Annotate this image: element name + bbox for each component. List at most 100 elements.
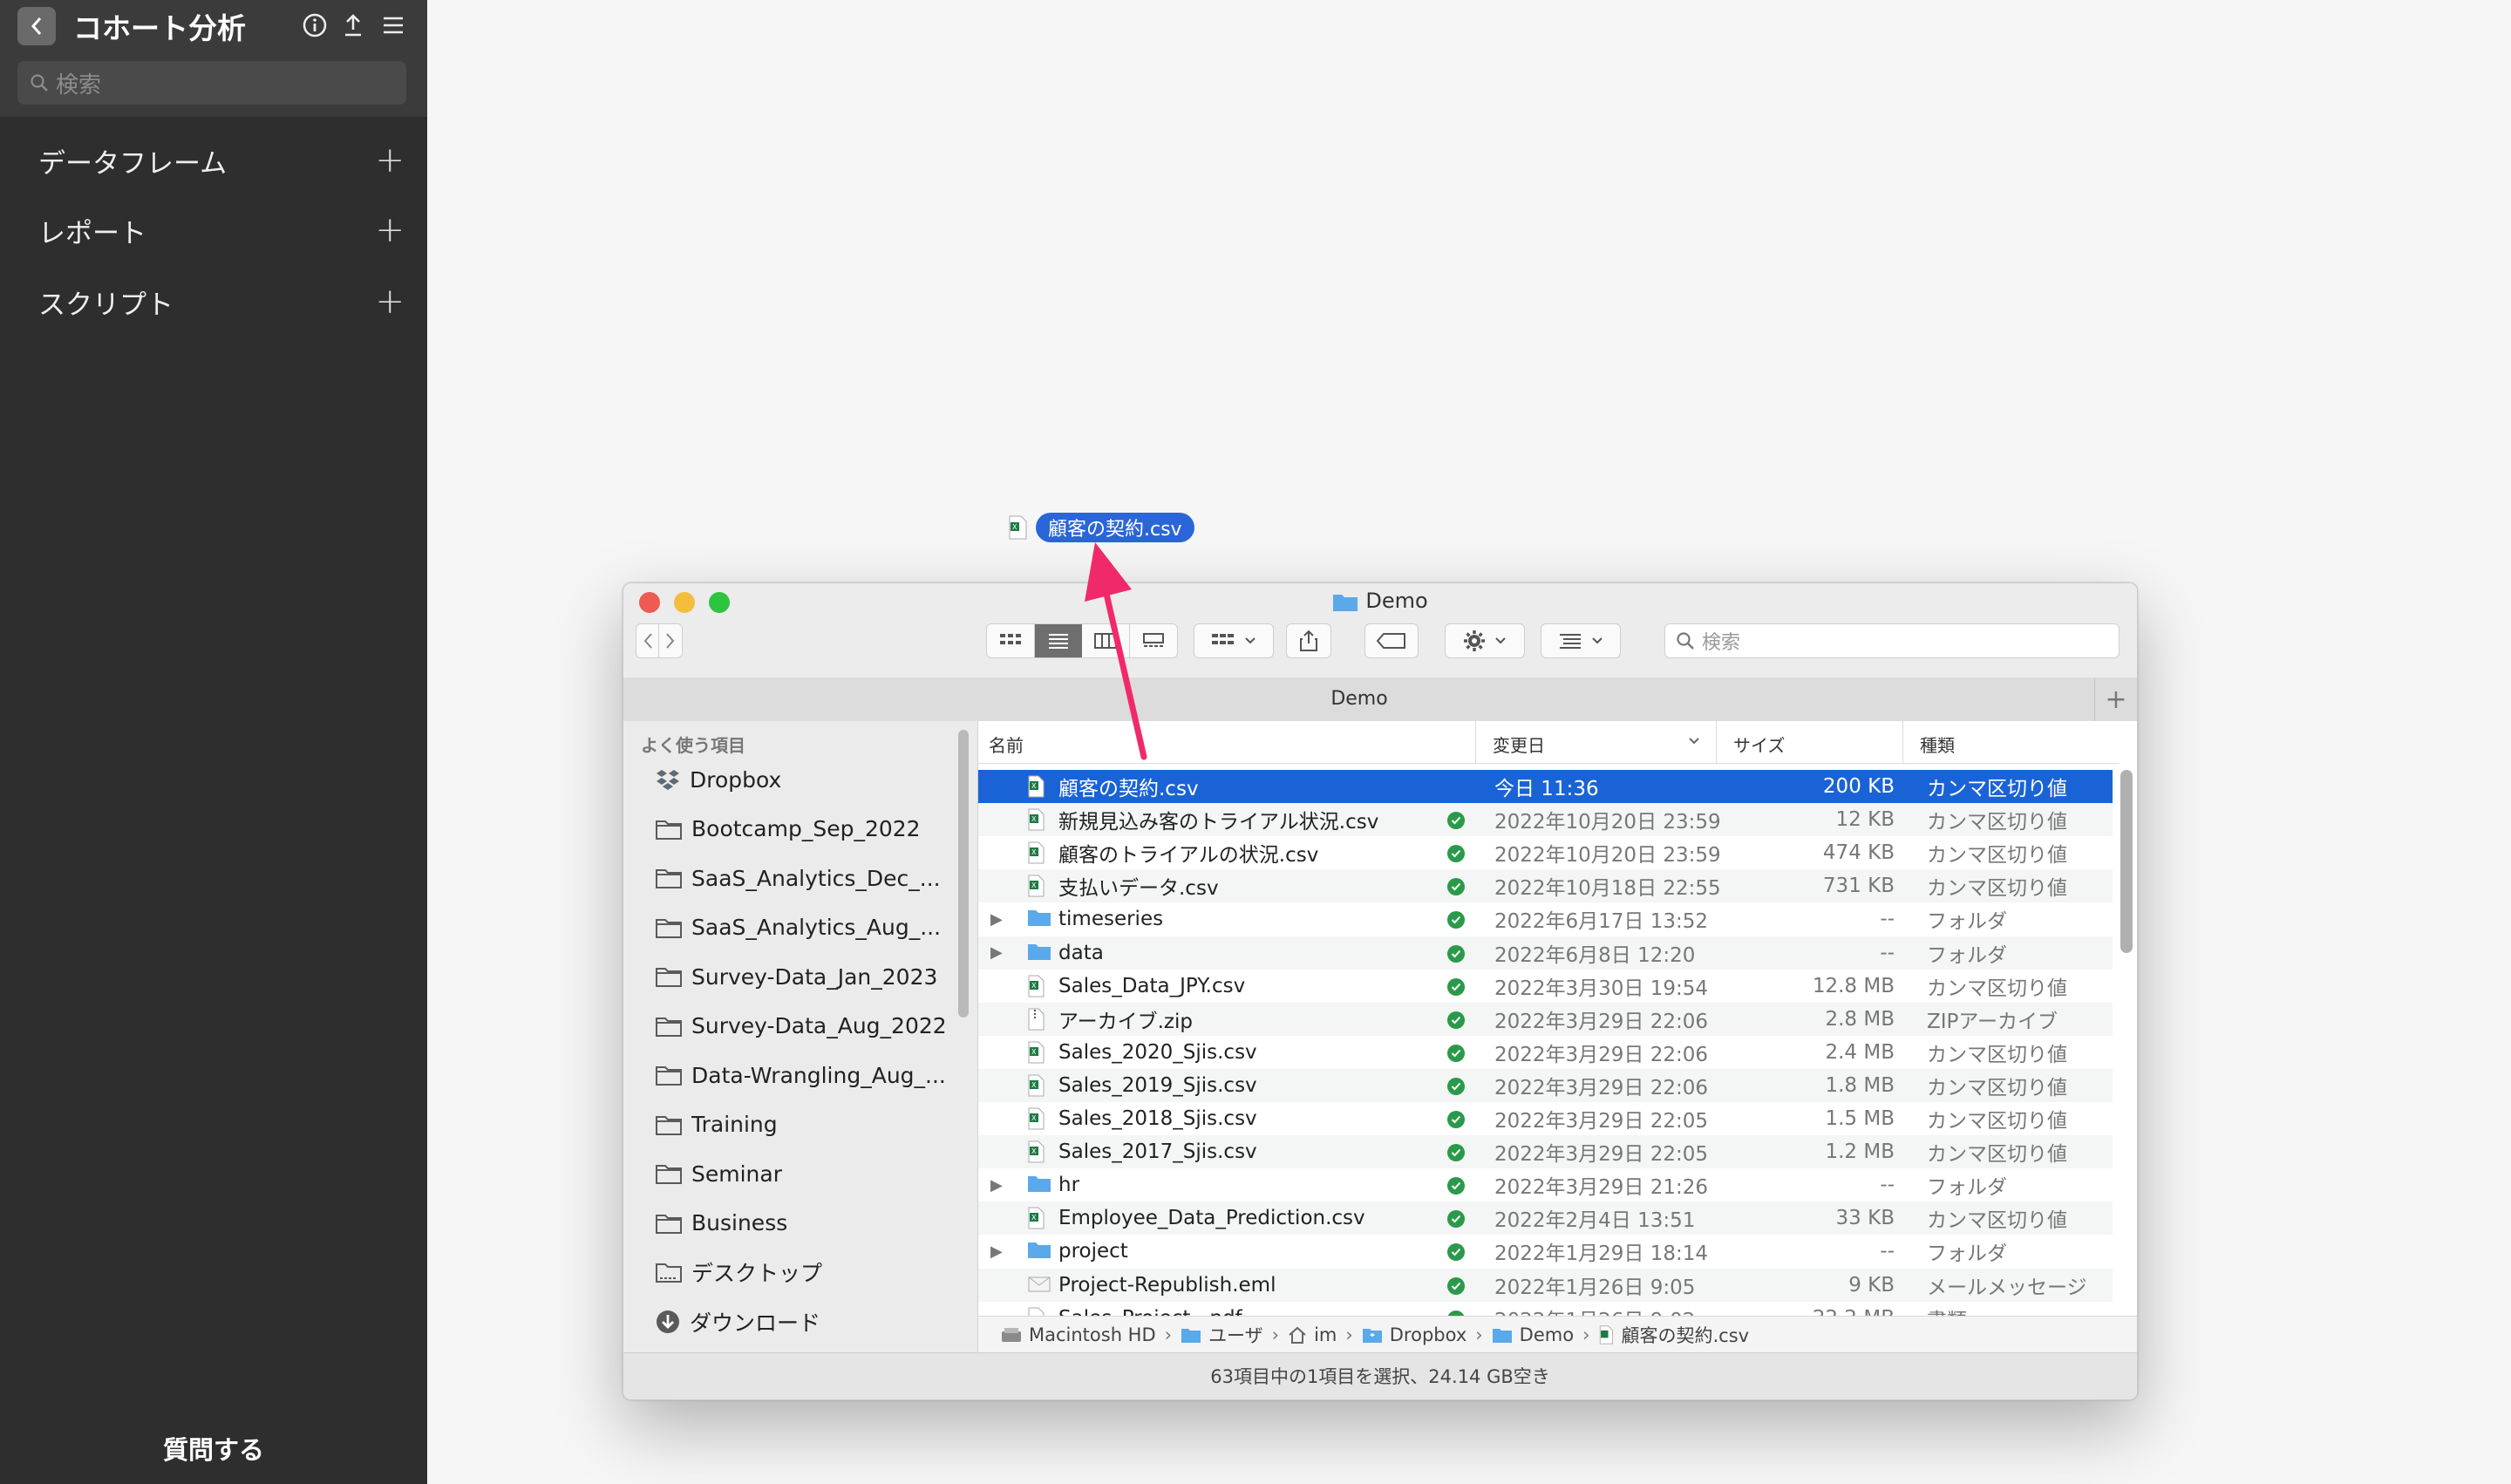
- nav-dataframes[interactable]: データフレーム +: [38, 136, 405, 185]
- sidebar-item-seminar[interactable]: Seminar: [655, 1154, 960, 1194]
- kind-column-header[interactable]: 種類: [1920, 732, 1955, 757]
- tag-button[interactable]: [1364, 623, 1419, 658]
- file-row[interactable]: X Sales_2020_Sjis.csv 2022年3月29日 22:06 2.4 …: [978, 1036, 2113, 1069]
- path-item[interactable]: Demo ›: [1492, 1324, 1599, 1345]
- file-size: --: [1880, 908, 1895, 931]
- file-row[interactable]: X 新規見込み客のトライアル状況.csv 2022年10月20日 23:59 12 K…: [978, 803, 2113, 837]
- back-nav-button[interactable]: [636, 624, 660, 657]
- list-view-button[interactable]: [1034, 624, 1082, 657]
- file-row[interactable]: Project-Republish.eml 2022年1月26日 9:05 9 KB…: [978, 1268, 2113, 1302]
- file-kind: メールメッセージ: [1927, 1276, 2087, 1299]
- sidebar-item-item-11[interactable]: ダウンロード: [655, 1302, 960, 1342]
- file-date: 2022年10月20日 23:59: [1494, 844, 1721, 868]
- info-icon[interactable]: [298, 9, 331, 42]
- file-row[interactable]: X Employee_Data_Prediction.csv 2022年2月4日 1…: [978, 1201, 2113, 1236]
- sidebar-item-training[interactable]: Training: [655, 1105, 960, 1145]
- folder-icon: [655, 1162, 683, 1185]
- path-item[interactable]: im ›: [1288, 1324, 1362, 1345]
- file-row[interactable]: X Sales_Data_JPY.csv 2022年3月30日 19:54 12.8 …: [978, 970, 2113, 1003]
- file-kind: カンマ区切り値: [1927, 1209, 2067, 1233]
- sidebar-item-survey-data-aug-2022[interactable]: Survey-Data_Aug_2022: [655, 1006, 960, 1046]
- new-tab-button[interactable]: +: [2094, 677, 2137, 721]
- share-icon[interactable]: [337, 9, 370, 42]
- ask-question-button[interactable]: 質問する: [0, 1430, 427, 1467]
- file-row[interactable]: X 顧客の契約.csv 今日 11:36 200 KB カンマ区切り値: [978, 770, 2113, 803]
- sidebar-item-saas-analytics-dec[interactable]: SaaS_Analytics_Dec_...: [655, 858, 960, 898]
- sort-options-button[interactable]: [1541, 623, 1621, 658]
- file-row[interactable]: X Sales_2017_Sjis.csv 2022年3月29日 22:05 1.2 …: [978, 1135, 2113, 1169]
- path-item[interactable]: Dropbox ›: [1362, 1324, 1492, 1345]
- sidebar-item-data-wrangling-aug[interactable]: Data-Wrangling_Aug_...: [655, 1055, 960, 1095]
- size-column-header[interactable]: サイズ: [1733, 732, 1785, 757]
- svg-text:X: X: [1031, 782, 1037, 790]
- disclosure-triangle-icon[interactable]: ▶: [990, 943, 1008, 962]
- name-column-header[interactable]: 名前: [989, 732, 1024, 757]
- group-by-button[interactable]: [1194, 623, 1274, 658]
- file-date: 今日 11:36: [1494, 778, 1599, 800]
- sidebar-item-bootcamp-sep-2022[interactable]: Bootcamp_Sep_2022: [655, 809, 960, 849]
- add-report-icon[interactable]: +: [375, 213, 405, 248]
- file-size: 1.2 MB: [1825, 1140, 1895, 1164]
- file-name: hr: [1058, 1174, 1080, 1197]
- nav-scripts[interactable]: スクリプト +: [38, 277, 405, 326]
- document-icon: [1027, 1307, 1045, 1316]
- file-row[interactable]: ▶ project 2022年1月29日 18:14 -- フォルダ: [978, 1235, 2113, 1268]
- folder-icon: [655, 818, 683, 841]
- file-row[interactable]: Sales_Project...pdf 2022年1月26日 9:02 22.2 M…: [978, 1302, 2113, 1316]
- file-row[interactable]: ▶ hr 2022年3月29日 21:26 -- フォルダ: [978, 1168, 2113, 1201]
- file-row[interactable]: アーカイブ.zip 2022年3月29日 22:06 2.8 MB ZIPアーカイブ: [978, 1002, 2113, 1036]
- back-button[interactable]: [17, 7, 56, 45]
- gallery-view-button[interactable]: [1130, 624, 1178, 657]
- file-name: アーカイブ.zip: [1058, 1010, 1193, 1033]
- file-date: 2022年2月4日 13:51: [1494, 1209, 1696, 1233]
- sidebar-item-saas-analytics-aug[interactable]: SaaS_Analytics_Aug_...: [655, 908, 960, 948]
- add-script-icon[interactable]: +: [375, 284, 405, 319]
- list-icon: [1048, 634, 1068, 649]
- svg-text:X: X: [1012, 523, 1017, 531]
- finder-sidebar: よく使う項目 Dropbox Bootcamp_Sep_2022 SaaS_Anal…: [623, 721, 978, 1352]
- file-size: 2.4 MB: [1825, 1040, 1895, 1064]
- svg-text:X: X: [1031, 882, 1037, 889]
- sync-check-icon: [1447, 1077, 1465, 1095]
- sync-check-icon: [1447, 1011, 1465, 1029]
- file-row[interactable]: X 支払いデータ.csv 2022年10月18日 22:55 731 KB カンマ区切り…: [978, 869, 2113, 903]
- tab-demo[interactable]: Demo: [623, 688, 2095, 710]
- window-title: Demo: [623, 589, 2137, 613]
- folder-icon: [655, 867, 683, 889]
- forward-nav-button[interactable]: [659, 624, 682, 657]
- file-row[interactable]: X 顧客のトライアルの状況.csv 2022年10月20日 23:59 474 KB カ…: [978, 836, 2113, 869]
- icon-view-button[interactable]: [987, 624, 1035, 657]
- app-search-placeholder: 検索: [56, 71, 102, 99]
- disclosure-triangle-icon[interactable]: ▶: [990, 910, 1008, 929]
- action-menu-button[interactable]: [1445, 623, 1525, 658]
- path-item[interactable]: Macintosh HD ›: [1001, 1324, 1181, 1345]
- finder-search-field[interactable]: 検索: [1664, 623, 2120, 658]
- file-row[interactable]: ▶ data 2022年6月8日 12:20 -- フォルダ: [978, 936, 2113, 970]
- file-size: 1.5 MB: [1825, 1107, 1895, 1130]
- disclosure-triangle-icon[interactable]: ▶: [990, 1242, 1008, 1261]
- path-item[interactable]: 顧客の契約.csv: [1598, 1322, 1749, 1348]
- sidebar-item-business[interactable]: Business: [655, 1203, 960, 1243]
- app-search-field[interactable]: 検索: [17, 61, 406, 105]
- sidebar-item-label: Seminar: [691, 1161, 782, 1187]
- file-date: 2022年6月17日 13:52: [1494, 910, 1709, 934]
- date-column-header[interactable]: 変更日: [1493, 732, 1545, 757]
- nav-reports[interactable]: レポート +: [38, 206, 405, 255]
- file-row[interactable]: X Sales_2018_Sjis.csv 2022年3月29日 22:05 1.5 …: [978, 1102, 2113, 1135]
- menu-icon[interactable]: [377, 9, 410, 42]
- file-row[interactable]: X Sales_2019_Sjis.csv 2022年3月29日 22:06 1.8 …: [978, 1068, 2113, 1102]
- columns-icon: [1093, 633, 1117, 649]
- sidebar-item-survey-data-jan-2023[interactable]: Survey-Data_Jan_2023: [655, 956, 960, 997]
- nav-reports-label: レポート: [38, 217, 146, 249]
- disclosure-triangle-icon[interactable]: ▶: [990, 1176, 1008, 1195]
- share-button[interactable]: [1286, 623, 1331, 658]
- app-title: コホート分析: [73, 11, 246, 45]
- file-row[interactable]: ▶ timeseries 2022年6月17日 13:52 -- フォルダ: [978, 902, 2113, 936]
- file-list-scrollbar[interactable]: [2120, 770, 2133, 953]
- sidebar-item-dropbox[interactable]: Dropbox: [655, 759, 960, 800]
- folder-icon: [655, 965, 683, 988]
- column-view-button[interactable]: [1082, 624, 1130, 657]
- add-dataframe-icon[interactable]: +: [375, 143, 405, 178]
- path-item[interactable]: ユーザ ›: [1181, 1322, 1288, 1348]
- sidebar-item-item-10[interactable]: デスクトップ: [655, 1252, 960, 1292]
